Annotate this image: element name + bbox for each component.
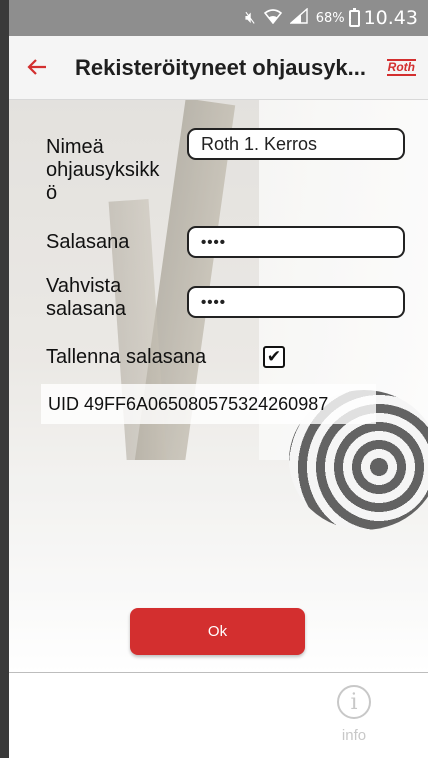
- back-arrow-icon[interactable]: [25, 55, 51, 81]
- save-password-label: Tallenna salasana: [46, 346, 207, 368]
- battery-charging-icon: [348, 7, 360, 27]
- info-label: info: [341, 727, 367, 744]
- password-label: Salasana: [46, 231, 130, 253]
- uid-text: UID 49FF6A065080575324260987: [41, 384, 376, 424]
- password-field[interactable]: ••••: [187, 226, 405, 258]
- app-screen: 🔇︎ 68% 10.43 Rekisteröityneet ohjausyk..…: [9, 0, 428, 758]
- info-icon: i: [337, 685, 371, 719]
- signal-icon: [288, 7, 308, 28]
- battery-percent: 68%: [315, 10, 345, 26]
- checkmark-icon: ✔: [266, 347, 282, 366]
- device-frame: [0, 0, 9, 758]
- roth-logo: Roth: [386, 59, 416, 76]
- mute-icon: 🔇︎: [244, 7, 256, 28]
- app-bar: Rekisteröityneet ohjausyk... Roth: [9, 36, 428, 100]
- clock: 10.43: [363, 7, 418, 29]
- wifi-icon: [263, 8, 282, 28]
- bottom-bar: i info: [9, 672, 428, 758]
- confirm-password-field[interactable]: ••••: [187, 286, 405, 318]
- ok-button[interactable]: Ok: [130, 608, 305, 655]
- confirm-password-label: Vahvista salasana: [46, 275, 127, 320]
- page-title: Rekisteröityneet ohjausyk...: [75, 54, 365, 80]
- name-field[interactable]: Roth 1. Kerros: [187, 128, 405, 160]
- info-button[interactable]: i info: [332, 685, 382, 753]
- name-label: Nimeä ohjausyksikk ö: [46, 136, 160, 204]
- status-bar: 🔇︎ 68% 10.43: [9, 0, 428, 36]
- save-password-checkbox[interactable]: ✔: [263, 346, 285, 368]
